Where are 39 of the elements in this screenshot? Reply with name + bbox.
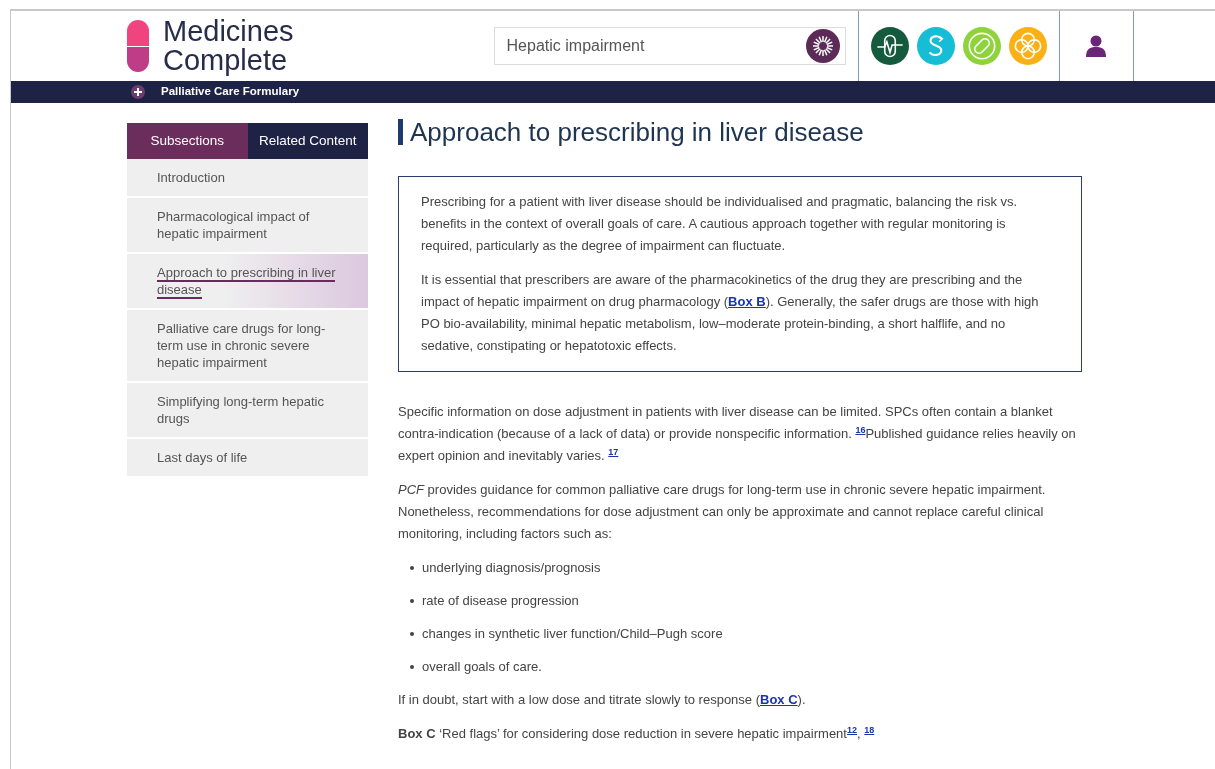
plus-icon xyxy=(131,85,145,99)
paragraph: Box C ‘Red flags’ for considering dose reduction in severe hepatic impairment$^{12}$, $^{18}$ xyxy=(398,723,876,743)
logo-text: Medicines xyxy=(163,17,294,46)
logo[interactable]: Medicines Complete xyxy=(127,17,294,75)
paragraph: PCF provides guidance for common palliative care drugs for long-term use in chronic severe hepatic impairment. Nonetheless, recommendations for dose adjustment can only be approximate and cannot replace careful clinical monitoring, including factors such as: xyxy=(398,481,1047,543)
list-item: rate of disease progression xyxy=(422,592,579,610)
box-link[interactable]: Box C xyxy=(760,692,798,707)
bullet-icon xyxy=(410,599,414,603)
search-bar[interactable]: Hepatic impairment xyxy=(493,27,846,65)
sidebar-tab[interactable]: Subsections xyxy=(127,123,248,160)
pulse-icon[interactable] xyxy=(870,27,909,65)
paragraph: If in doubt, start with a low dose and titrate slowly to response (Box C). xyxy=(398,691,807,709)
page-title: Approach to prescribing in liver disease xyxy=(398,119,1088,145)
bullet-icon xyxy=(410,665,414,669)
sidebar-item[interactable]: Introduction xyxy=(127,159,368,199)
paragraph: Prescribing for a patient with liver disease should be individualised and pragmatic, balancing the risk vs. benefits in the context of overall goals of care. A cautious approach together with regular monitoring is required, particularly as the degree of impairment can fluctuate. xyxy=(421,193,1019,255)
sidebar-item[interactable]: Last days of life xyxy=(127,439,368,479)
list-item: underlying diagnosis/prognosis xyxy=(422,559,601,577)
capsule-icon xyxy=(127,20,149,72)
reference-link[interactable]: 12 xyxy=(846,724,857,735)
bullet-icon xyxy=(410,632,414,636)
sidebar-item[interactable]: Approach to prescribing in liver disease xyxy=(127,254,368,311)
sidebar-tab[interactable]: Related Content xyxy=(247,123,368,160)
paragraph: Specific information on dose adjustment in patients with liver disease can be limited. SPCs often contain a blanket contra-indication (because of a lack of data) or provide nonspecific information. $^{16}$Published guidance relies heavily on expert opinion and inevitably varies. $^{17}$ xyxy=(398,403,1077,465)
list-item: changes in synthetic liver function/Child–Pugh score xyxy=(422,625,723,643)
list-item: overall goals of care. xyxy=(422,658,542,676)
reference-link[interactable]: 17 xyxy=(608,446,619,457)
sidebar-item[interactable]: Simplifying long-term hepatic drugs xyxy=(127,383,368,440)
user-icon[interactable] xyxy=(1086,35,1107,57)
formulary-title: Palliative Care Formulary xyxy=(161,84,300,100)
sidebar-item[interactable]: Pharmacological impact of hepatic impairment xyxy=(127,198,368,255)
box-link[interactable]: Box B xyxy=(728,294,766,309)
reference-link[interactable]: 18 xyxy=(864,724,875,735)
paragraph: It is essential that prescribers are aware of the pharmacokinetics of the drug they are prescribing and the impact of hepatic impairment on drug pharmacology (Box B). Generally, the safer drugs are those with high PO bio-availability, minimal hepatic metabolism, low–moderate protein-binding, a short halflife, and no sedative, constipating or hepatotoxic effects. xyxy=(421,271,1040,355)
search-button[interactable] xyxy=(804,28,841,64)
bullet-icon xyxy=(410,566,414,570)
reference-link[interactable]: 16 xyxy=(855,424,866,435)
logo-text: Complete xyxy=(163,46,289,75)
sidebar-item[interactable]: Palliative care drugs for long-term use in chronic severe hepatic impairment xyxy=(127,310,368,384)
